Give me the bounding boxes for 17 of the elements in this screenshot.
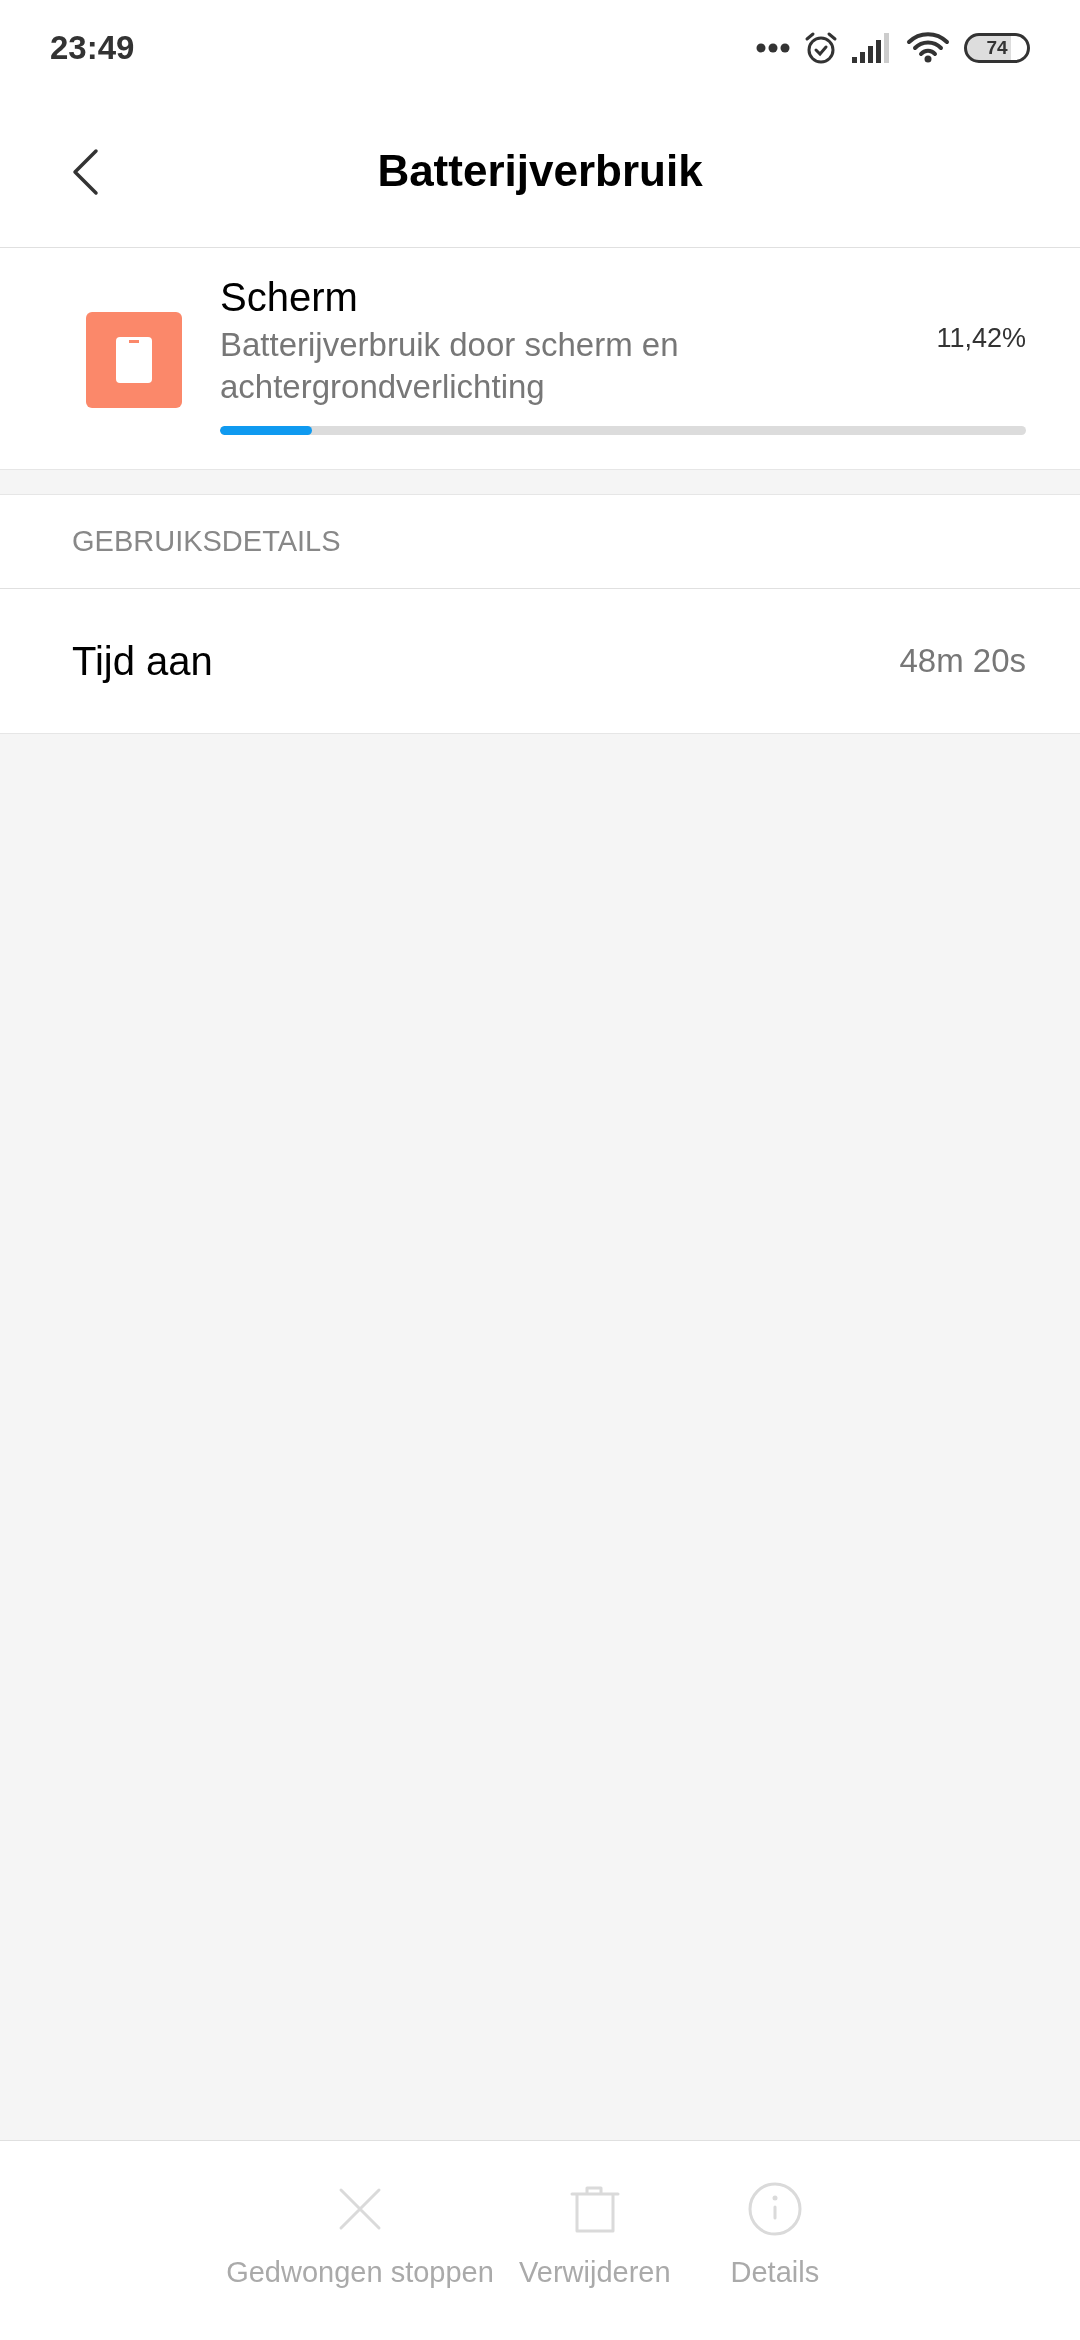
section-heading: GEBRUIKSDETAILS	[72, 523, 341, 559]
page-title: Batterijverbruik	[377, 145, 703, 197]
usage-percent: 11,42%	[936, 322, 1026, 355]
usage-description: Batterijverbruik door scherm en achtergrondverlichting	[220, 325, 680, 407]
wifi-icon	[906, 30, 950, 65]
more-icon	[756, 42, 790, 53]
alarm-icon	[804, 30, 838, 65]
usage-title: Scherm	[220, 274, 359, 321]
trash-icon	[569, 2185, 620, 2233]
detail-label: Tijd aan	[72, 638, 213, 685]
battery-icon: 74	[964, 32, 1030, 63]
signal-icon	[852, 32, 892, 63]
info-icon	[747, 2182, 802, 2236]
screen-app-icon	[86, 312, 182, 408]
status-time: 23:49	[50, 27, 135, 68]
close-icon	[338, 2187, 382, 2231]
detail-value: 48m 20s	[899, 641, 1026, 682]
